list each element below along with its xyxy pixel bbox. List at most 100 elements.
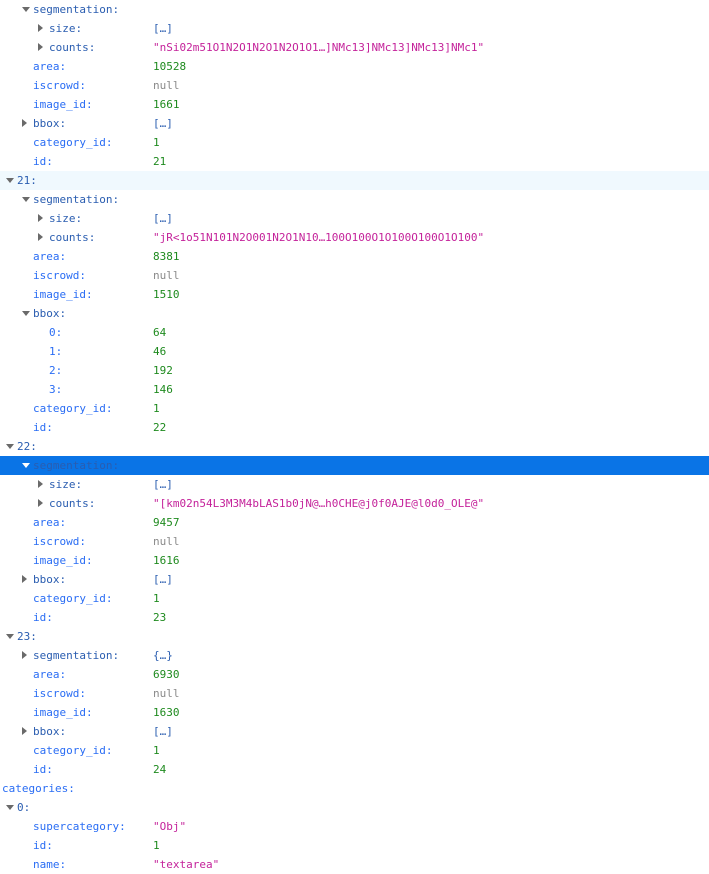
tree-row[interactable]: image_id: 1616 (0, 551, 709, 570)
collapsed-twisty-icon[interactable] (38, 499, 43, 507)
tree-row[interactable]: 1: 46 (0, 342, 709, 361)
expanded-twisty-icon[interactable] (6, 444, 14, 449)
tree-row[interactable]: iscrowd: null (0, 684, 709, 703)
tree-key: name: (33, 858, 67, 871)
tree-row[interactable]: iscrowd: null (0, 266, 709, 285)
tree-key: supercategory: (33, 820, 126, 833)
tree-row[interactable]: 2: 192 (0, 361, 709, 380)
collapsed-twisty-icon[interactable] (38, 43, 43, 51)
tree-row[interactable]: name: "textarea" (0, 855, 709, 874)
tree-key: 1: (49, 345, 63, 358)
tree-row[interactable]: image_id: 1661 (0, 95, 709, 114)
tree-row[interactable]: iscrowd: null (0, 76, 709, 95)
tree-row[interactable]: 21: (0, 171, 709, 190)
tree-key: area: (33, 250, 67, 263)
expanded-twisty-icon[interactable] (22, 463, 30, 468)
tree-row[interactable]: bbox: […] (0, 722, 709, 741)
tree-row[interactable]: id: 21 (0, 152, 709, 171)
tree-row[interactable]: segmentation: (0, 456, 709, 475)
tree-key: id: (33, 155, 53, 168)
collapsed-twisty-icon[interactable] (22, 575, 27, 583)
tree-row[interactable]: iscrowd: null (0, 532, 709, 551)
tree-value: 8381 (153, 250, 180, 263)
tree-key: bbox: (33, 573, 67, 586)
tree-row[interactable]: size: […] (0, 475, 709, 494)
tree-value: […] (153, 212, 173, 225)
tree-row[interactable]: image_id: 1510 (0, 285, 709, 304)
tree-value: 192 (153, 364, 173, 377)
tree-row[interactable]: bbox: […] (0, 570, 709, 589)
tree-value: 1616 (153, 554, 180, 567)
tree-row[interactable]: category_id: 1 (0, 741, 709, 760)
tree-key: category_id: (33, 744, 113, 757)
tree-value: 10528 (153, 60, 187, 73)
tree-row[interactable]: image_id: 1630 (0, 703, 709, 722)
tree-row[interactable]: size: […] (0, 19, 709, 38)
tree-row[interactable]: 0: (0, 798, 709, 817)
tree-row[interactable]: 23: (0, 627, 709, 646)
tree-row[interactable]: id: 23 (0, 608, 709, 627)
collapsed-twisty-icon[interactable] (22, 651, 27, 659)
tree-value: "Obj" (153, 820, 187, 833)
tree-value: 1510 (153, 288, 180, 301)
collapsed-twisty-icon[interactable] (38, 24, 43, 32)
tree-value: […] (153, 117, 173, 130)
tree-key: category_id: (33, 592, 113, 605)
tree-row[interactable]: id: 24 (0, 760, 709, 779)
tree-value: 64 (153, 326, 167, 339)
tree-row[interactable]: bbox: […] (0, 114, 709, 133)
tree-row[interactable]: area: 10528 (0, 57, 709, 76)
tree-row[interactable]: 0: 64 (0, 323, 709, 342)
tree-row[interactable]: id: 1 (0, 836, 709, 855)
tree-value: {…} (153, 649, 173, 662)
tree-row[interactable]: counts: "jR<1o51N101N2O001N2O1N10…100O100… (0, 228, 709, 247)
tree-value: […] (153, 725, 173, 738)
tree-row[interactable]: segmentation: {…} (0, 646, 709, 665)
tree-row[interactable]: counts: "nSi02m51O1N2O1N2O1N2O1O1…]NMc13]… (0, 38, 709, 57)
tree-row[interactable]: segmentation: (0, 190, 709, 209)
tree-value: 22 (153, 421, 167, 434)
collapsed-twisty-icon[interactable] (38, 214, 43, 222)
tree-value: […] (153, 478, 173, 491)
collapsed-twisty-icon[interactable] (22, 727, 27, 735)
expanded-twisty-icon[interactable] (22, 7, 30, 12)
expanded-twisty-icon[interactable] (22, 311, 30, 316)
tree-row[interactable]: id: 22 (0, 418, 709, 437)
collapsed-twisty-icon[interactable] (38, 233, 43, 241)
collapsed-twisty-icon[interactable] (22, 119, 27, 127)
tree-value: "textarea" (153, 858, 220, 871)
expanded-twisty-icon[interactable] (6, 178, 14, 183)
tree-key: iscrowd: (33, 79, 86, 92)
tree-row[interactable]: categories: (0, 779, 709, 798)
tree-row[interactable]: segmentation: (0, 0, 709, 19)
tree-value: "jR<1o51N101N2O001N2O1N10…100O100O1O100O… (153, 231, 485, 244)
tree-row[interactable]: 22: (0, 437, 709, 456)
expanded-twisty-icon[interactable] (6, 805, 14, 810)
tree-value: "nSi02m51O1N2O1N2O1N2O1O1…]NMc13]NMc13]N… (153, 41, 485, 54)
tree-key: area: (33, 516, 67, 529)
tree-row[interactable]: 3: 146 (0, 380, 709, 399)
tree-value: 1630 (153, 706, 180, 719)
tree-key: id: (33, 421, 53, 434)
tree-row[interactable]: category_id: 1 (0, 399, 709, 418)
tree-value: 146 (153, 383, 173, 396)
tree-row[interactable]: area: 8381 (0, 247, 709, 266)
tree-row[interactable]: bbox: (0, 304, 709, 323)
tree-key: area: (33, 60, 67, 73)
tree-key: counts: (49, 231, 96, 244)
tree-key: image_id: (33, 706, 93, 719)
tree-row[interactable]: size: […] (0, 209, 709, 228)
expanded-twisty-icon[interactable] (6, 634, 14, 639)
expanded-twisty-icon[interactable] (22, 197, 30, 202)
tree-row[interactable]: category_id: 1 (0, 589, 709, 608)
tree-key: segmentation: (33, 649, 120, 662)
tree-row[interactable]: counts: "[km02n54L3M3M4bLAS1b0jN@…h0CHE@j… (0, 494, 709, 513)
collapsed-twisty-icon[interactable] (38, 480, 43, 488)
tree-value: 1 (153, 136, 160, 149)
tree-row[interactable]: area: 6930 (0, 665, 709, 684)
tree-row[interactable]: supercategory: "Obj" (0, 817, 709, 836)
tree-row[interactable]: category_id: 1 (0, 133, 709, 152)
tree-key: 21: (17, 174, 37, 187)
tree-key: iscrowd: (33, 535, 86, 548)
tree-row[interactable]: area: 9457 (0, 513, 709, 532)
